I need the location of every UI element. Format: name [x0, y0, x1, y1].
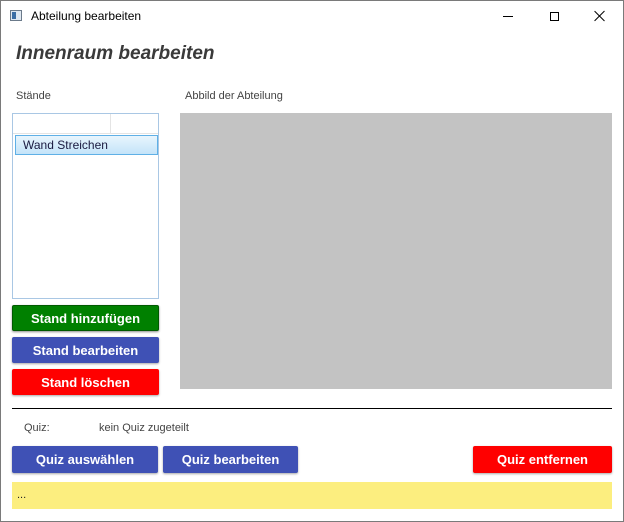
select-quiz-button[interactable]: Quiz auswählen	[12, 446, 158, 473]
add-stand-button[interactable]: Stand hinzufügen	[12, 305, 159, 331]
delete-stand-button[interactable]: Stand löschen	[12, 369, 159, 395]
maximize-icon	[549, 11, 559, 21]
stands-list-item[interactable]: Wand Streichen	[15, 135, 158, 155]
close-icon	[594, 10, 606, 22]
page-title: Innenraum bearbeiten	[16, 43, 215, 64]
remove-quiz-button[interactable]: Quiz entfernen	[473, 446, 612, 473]
app-window-icon	[10, 10, 22, 21]
maximize-button[interactable]	[531, 1, 577, 31]
stands-list[interactable]: Wand Streichen	[12, 113, 159, 299]
window-title: Abteilung bearbeiten	[31, 9, 142, 23]
minimize-button[interactable]	[485, 1, 531, 31]
stands-label: Stände	[16, 90, 51, 102]
edit-department-window: Abteilung bearbeiten Innenraum bearbeite…	[0, 0, 624, 522]
minimize-icon	[503, 15, 513, 17]
quiz-value: kein Quiz zugeteilt	[99, 422, 189, 434]
status-bar: ...	[12, 482, 612, 509]
department-image-label: Abbild der Abteilung	[185, 90, 283, 102]
quiz-label: Quiz:	[24, 422, 50, 434]
edit-quiz-button[interactable]: Quiz bearbeiten	[163, 446, 298, 473]
section-divider	[12, 408, 612, 409]
department-image	[180, 113, 612, 389]
title-bar[interactable]: Abteilung bearbeiten	[1, 1, 623, 31]
close-button[interactable]	[577, 1, 623, 31]
column-divider[interactable]	[110, 114, 111, 134]
stands-list-header	[13, 114, 158, 134]
edit-stand-button[interactable]: Stand bearbeiten	[12, 337, 159, 363]
